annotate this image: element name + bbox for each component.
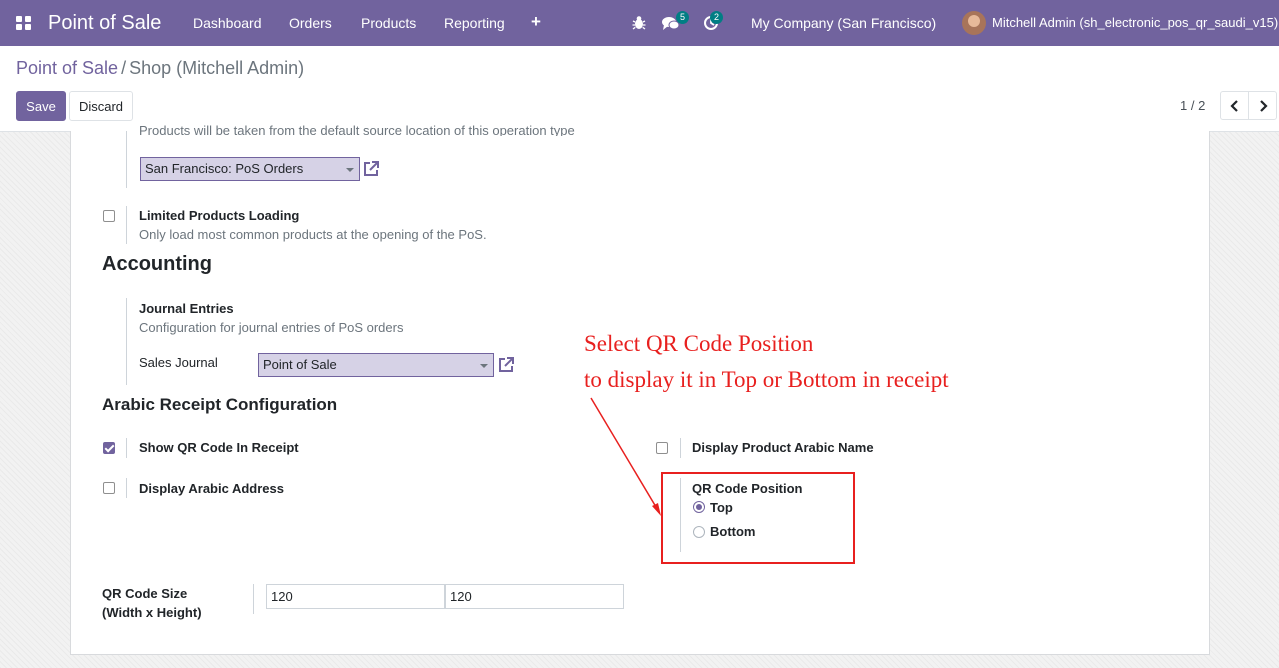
arabic-receipt-section-title: Arabic Receipt Configuration xyxy=(102,395,338,414)
setting-divider xyxy=(126,131,127,188)
external-link-icon[interactable] xyxy=(362,160,380,178)
avatar[interactable] xyxy=(962,11,986,35)
setting-divider xyxy=(126,206,127,244)
limited-products-label: Limited Products Loading xyxy=(139,208,300,223)
setting-divider xyxy=(680,438,681,458)
display-arabic-address-label: Display Arabic Address xyxy=(139,481,284,496)
chevron-right-icon xyxy=(1259,100,1268,112)
apps-menu-icon[interactable] xyxy=(16,16,32,30)
setting-divider xyxy=(253,584,254,614)
breadcrumb-parent[interactable]: Point of Sale xyxy=(16,58,118,78)
operation-type-help: Products will be taken from the default … xyxy=(139,124,575,136)
setting-divider xyxy=(126,438,127,458)
breadcrumb-separator: / xyxy=(121,58,127,78)
limited-products-checkbox[interactable] xyxy=(103,210,115,222)
app-title[interactable]: Point of Sale xyxy=(48,12,161,35)
chevron-left-icon xyxy=(1229,100,1238,112)
breadcrumb-current: Shop (Mitchell Admin) xyxy=(129,58,305,78)
plus-icon[interactable]: + xyxy=(531,12,541,32)
qr-size-label-line1: QR Code Size xyxy=(102,586,188,601)
external-link-icon[interactable] xyxy=(497,356,515,374)
annotation-line-2: to display it in Top or Bottom in receip… xyxy=(584,367,949,392)
chevron-down-icon xyxy=(480,364,488,368)
annotation-highlight-box xyxy=(661,472,855,564)
qr-width-input[interactable]: 120 xyxy=(266,584,445,609)
save-button[interactable]: Save xyxy=(16,91,66,121)
menu-products[interactable]: Products xyxy=(361,15,416,31)
annotation-arrow xyxy=(590,397,661,516)
qr-size-label-line2: (Width x Height) xyxy=(102,605,202,620)
sales-journal-select[interactable]: Point of Sale xyxy=(258,353,494,377)
pager-next-button[interactable] xyxy=(1248,91,1277,120)
accounting-section-title: Accounting xyxy=(102,253,212,275)
top-navbar: Point of Sale Dashboard Orders Products … xyxy=(0,0,1279,46)
pager-value[interactable]: 1 / 2 xyxy=(1180,98,1205,113)
messages-count-badge: 5 xyxy=(676,11,690,24)
menu-dashboard[interactable]: Dashboard xyxy=(193,15,262,31)
activity-count-badge: 2 xyxy=(710,11,724,24)
display-arabic-address-checkbox[interactable] xyxy=(103,482,115,494)
pager-previous-button[interactable] xyxy=(1220,91,1249,120)
bug-icon[interactable] xyxy=(632,15,646,30)
sales-journal-label: Sales Journal xyxy=(139,355,218,370)
company-switcher[interactable]: My Company (San Francisco) xyxy=(751,15,936,31)
operation-type-value: San Francisco: PoS Orders xyxy=(145,161,304,176)
annotation-line-1: Select QR Code Position xyxy=(584,331,814,356)
operation-type-select[interactable]: San Francisco: PoS Orders xyxy=(140,157,360,181)
chevron-down-icon xyxy=(346,168,354,172)
setting-divider xyxy=(126,298,127,385)
discard-button[interactable]: Discard xyxy=(69,91,133,121)
display-arabic-name-label: Display Product Arabic Name xyxy=(692,440,874,455)
user-menu[interactable]: Mitchell Admin (sh_electronic_pos_qr_sau… xyxy=(992,15,1278,30)
sales-journal-value: Point of Sale xyxy=(263,357,337,372)
setting-divider xyxy=(126,478,127,498)
breadcrumb: Point of Sale / Shop (Mitchell Admin) xyxy=(16,58,304,79)
show-qr-checkbox[interactable] xyxy=(103,442,115,454)
journal-entries-label: Journal Entries xyxy=(139,301,234,316)
show-qr-label: Show QR Code In Receipt xyxy=(139,440,299,455)
menu-orders[interactable]: Orders xyxy=(289,15,332,31)
menu-reporting[interactable]: Reporting xyxy=(444,15,505,31)
limited-products-help: Only load most common products at the op… xyxy=(139,227,487,242)
qr-height-input[interactable]: 120 xyxy=(445,584,624,609)
journal-entries-help: Configuration for journal entries of PoS… xyxy=(139,320,404,335)
